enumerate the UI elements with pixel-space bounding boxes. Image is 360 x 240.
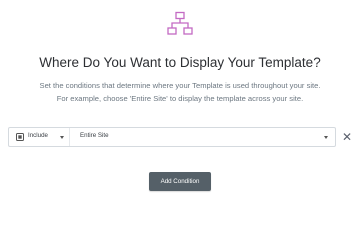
chevron-down-icon (324, 136, 328, 139)
add-condition-button[interactable]: Add Condition (149, 172, 211, 191)
page-description: Set the conditions that determine where … (0, 79, 360, 105)
condition-row: Include Entire Site (8, 127, 336, 147)
description-line-2: For example, choose 'Entire Site' to dis… (56, 94, 304, 103)
condition-scope-value: Entire Site (80, 132, 109, 139)
page-title: Where Do You Want to Display Your Templa… (39, 55, 321, 70)
condition-scope-select[interactable]: Entire Site (70, 128, 335, 146)
close-icon[interactable]: ✕ (341, 130, 353, 144)
sitemap-icon (167, 11, 193, 35)
chevron-down-icon (60, 136, 64, 139)
include-icon (16, 133, 24, 141)
condition-type-value: Include (28, 132, 48, 139)
description-line-1: Set the conditions that determine where … (39, 81, 321, 90)
condition-type-select[interactable]: Include (9, 128, 70, 146)
